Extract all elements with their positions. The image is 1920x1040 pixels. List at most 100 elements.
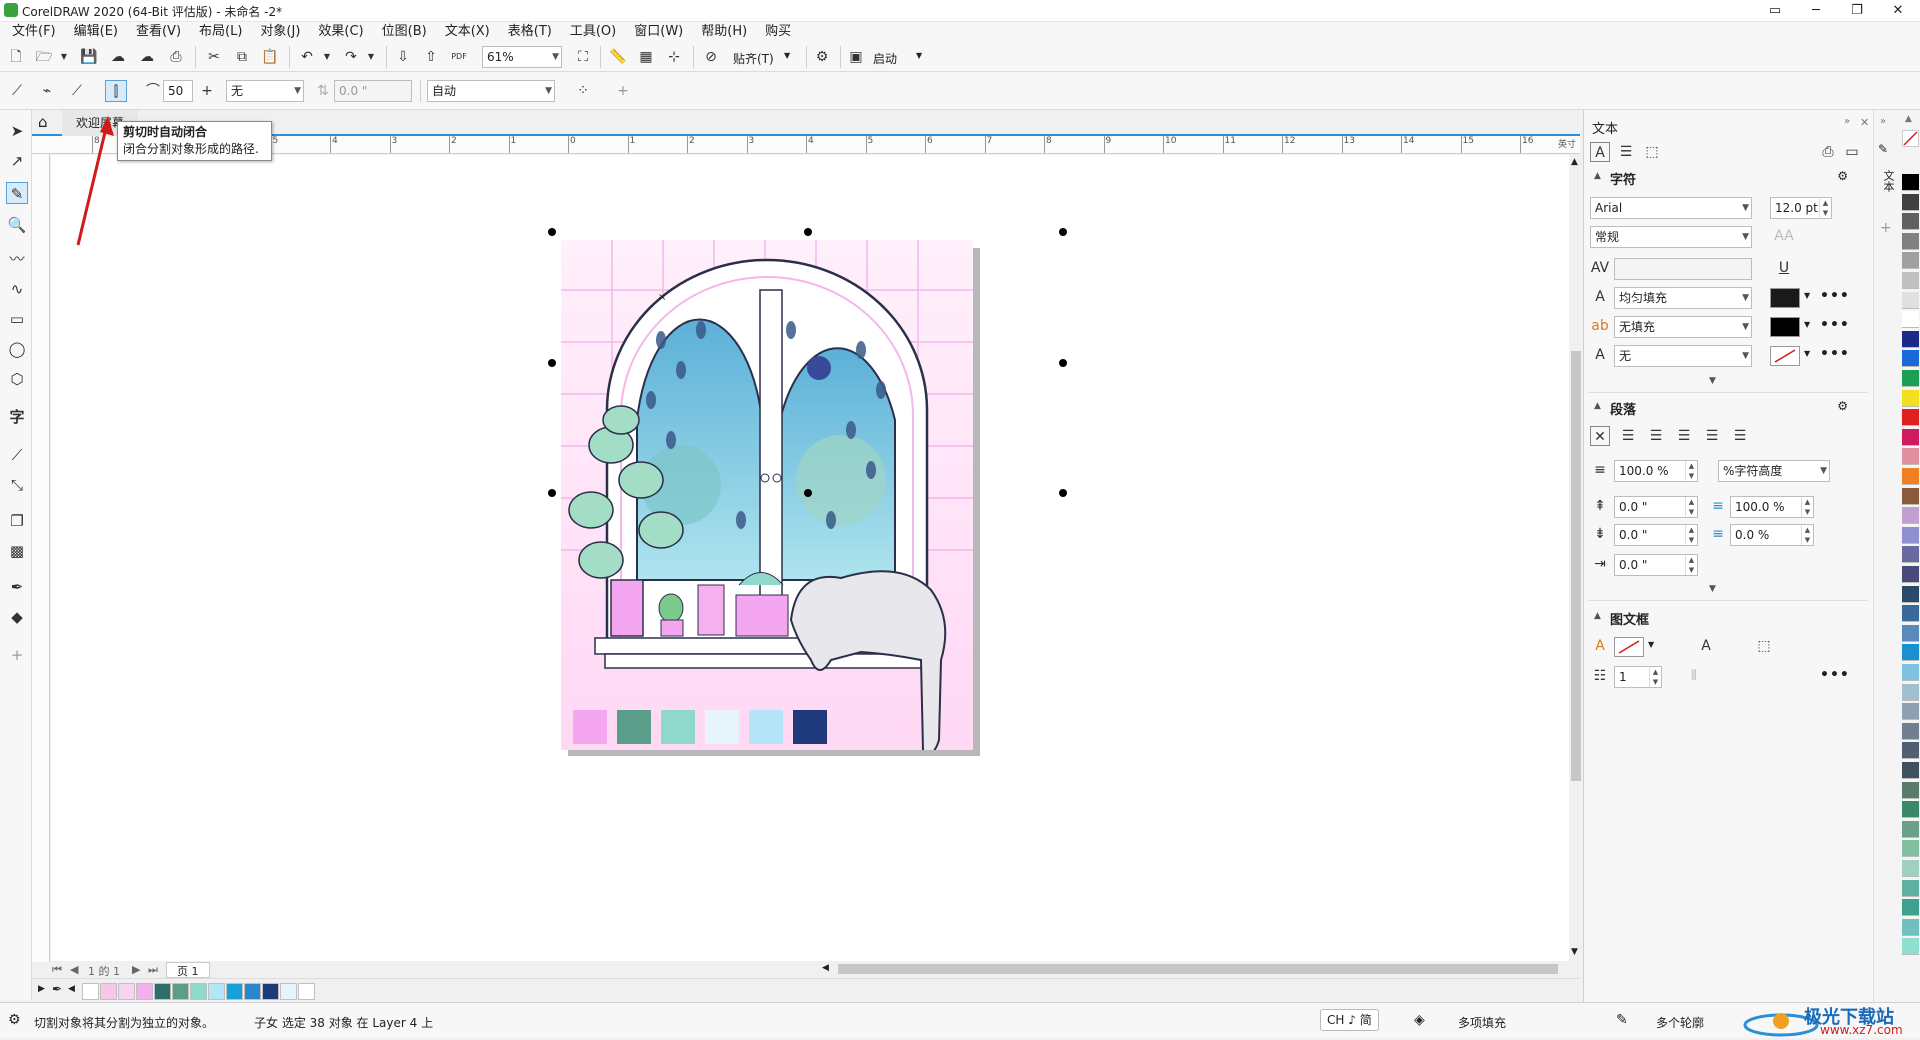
transparency-tool-icon[interactable]: ▩ [6, 540, 28, 562]
palette-color-swatch[interactable] [1902, 428, 1919, 446]
menu-tools[interactable]: 工具(O) [561, 22, 625, 42]
docker-collapse-icon[interactable]: » [1844, 116, 1850, 127]
palette-color-swatch[interactable] [1902, 566, 1919, 583]
docker-close-icon[interactable]: ✕ [1860, 116, 1869, 129]
shape-tool-icon[interactable]: ↗ [6, 150, 28, 172]
app-launcher-icon[interactable]: ▣ [845, 46, 867, 68]
new-document-icon[interactable]: 🗋 [5, 46, 27, 68]
palette-color-swatch[interactable] [1902, 644, 1919, 662]
palette-color-swatch[interactable] [1902, 526, 1919, 544]
gap-outline-combo[interactable]: 无 ▼ [226, 80, 304, 102]
two-point-cut-icon[interactable]: ⟋ [6, 80, 28, 102]
palette-color-swatch[interactable] [1902, 703, 1919, 721]
save-icon[interactable]: 💾 [78, 46, 100, 68]
close-button[interactable]: ✕ [1879, 0, 1917, 22]
spinner-arrows-icon[interactable]: ▲ ▼ [1819, 198, 1831, 218]
docker-tab-collapse-icon[interactable]: » [1880, 116, 1886, 127]
palette-color-swatch[interactable] [1902, 938, 1919, 956]
snap-off-icon[interactable]: ⊘ [700, 46, 722, 68]
spinner-arrows-icon[interactable]: ▲ ▼ [1801, 497, 1813, 517]
palette-color-swatch[interactable] [1902, 840, 1919, 858]
palette-color-swatch[interactable] [1902, 291, 1919, 309]
palette-color-swatch[interactable] [1902, 742, 1919, 760]
palette-color-swatch[interactable] [1902, 193, 1919, 211]
redo-icon[interactable]: ↷ [340, 46, 362, 68]
menu-object[interactable]: 对象(J) [251, 22, 309, 42]
expand-character-icon[interactable]: ▼ [1709, 376, 1716, 386]
palette-scroll-left-icon[interactable]: ◀ [68, 984, 75, 994]
undo-dropdown-icon[interactable]: ▼ [316, 46, 338, 68]
launch-dropdown-icon[interactable]: ▼ [916, 51, 922, 60]
drawing-canvas[interactable]: × [51, 155, 1569, 961]
line-spacing-spinner[interactable]: 100.0 % ▲ ▼ [1614, 460, 1698, 482]
spinner-arrows-icon[interactable]: ▲ ▼ [1801, 525, 1813, 545]
palette-color-swatch[interactable] [1902, 624, 1919, 642]
launch-button[interactable]: 启动 [873, 50, 897, 67]
menu-effects[interactable]: 效果(C) [309, 22, 372, 42]
palette-color-swatch[interactable] [1902, 879, 1919, 897]
artistic-media-tool-icon[interactable]: ∿ [6, 278, 28, 300]
selection-handle[interactable] [804, 489, 812, 497]
freehand-cut-icon[interactable]: ⌁ [36, 80, 58, 102]
paragraph-section-header[interactable]: ▲ 段落 ⚙ [1584, 398, 1874, 418]
freehand-tool-icon[interactable]: 〰 [6, 248, 28, 270]
indent-spinner[interactable]: 0.0 " ▲ ▼ [1614, 554, 1698, 576]
section-options-icon[interactable]: ⚙ [1837, 399, 1848, 413]
smoothing-input[interactable]: 50 [163, 80, 193, 102]
pick-tool-icon[interactable]: ➤ [6, 120, 28, 142]
prev-page-icon[interactable]: ◀ [70, 963, 78, 976]
menu-layout[interactable]: 布局(L) [190, 22, 251, 42]
status-gear-icon[interactable]: ⚙ [8, 1012, 21, 1028]
palette-color-swatch[interactable] [1902, 213, 1919, 231]
char-spacing-spinner[interactable]: 100.0 % ▲ ▼ [1730, 496, 1814, 518]
palette-color-swatch[interactable] [1902, 174, 1919, 191]
spinner-arrows-icon[interactable]: ▲ ▼ [1685, 525, 1697, 545]
palette-color-swatch[interactable] [1902, 820, 1919, 838]
palette-color-swatch[interactable] [1902, 232, 1919, 250]
add-docker-icon[interactable]: + [1880, 220, 1892, 236]
palette-color-swatch[interactable] [1902, 664, 1919, 681]
scroll-up-icon[interactable]: ▲ [1571, 157, 1578, 167]
palette-swatch[interactable] [100, 983, 117, 1000]
next-page-icon[interactable]: ▶ [132, 963, 140, 976]
show-rulers-icon[interactable]: 📏 [607, 46, 629, 68]
palette-color-swatch[interactable] [1902, 311, 1919, 329]
paragraph-tab-icon[interactable]: ☰ [1616, 142, 1636, 162]
columns-spinner[interactable]: 1 ▲ ▼ [1614, 666, 1662, 688]
selection-handle[interactable] [804, 228, 812, 236]
horizontal-scrollbar[interactable]: ◀ [820, 962, 1580, 976]
palette-color-swatch[interactable] [1902, 722, 1919, 740]
home-icon[interactable]: ⌂ [38, 113, 48, 131]
palette-color-swatch[interactable] [1902, 389, 1919, 407]
publish-pdf-icon[interactable]: PDF [448, 46, 470, 68]
rotation-center-icon[interactable]: × [658, 292, 666, 303]
cloud-download-icon[interactable]: ☁ [107, 46, 129, 68]
background-fill-combo[interactable]: 无填充 ▼ [1614, 316, 1752, 338]
palette-color-swatch[interactable] [1902, 370, 1919, 387]
palette-color-swatch[interactable] [1902, 507, 1919, 525]
open-dropdown-icon[interactable]: ▼ [53, 46, 75, 68]
menu-help[interactable]: 帮助(H) [692, 22, 756, 42]
bezier-cut-icon[interactable]: ⟋ [66, 80, 88, 102]
print-icon[interactable]: ⎙ [165, 46, 187, 68]
align-right-icon[interactable]: ☰ [1674, 426, 1694, 446]
snap-dropdown-icon[interactable]: ▼ [784, 51, 790, 60]
character-section-header[interactable]: ▲ 字符 ⚙ [1584, 168, 1874, 188]
palette-swatch[interactable] [226, 983, 243, 1000]
vertical-scrollbar[interactable]: ▲ ▼ [1569, 155, 1583, 961]
space-before-spinner[interactable]: 0.0 " ▲ ▼ [1614, 496, 1698, 518]
more-options-icon[interactable]: ••• [1820, 346, 1850, 362]
palette-color-swatch[interactable] [1902, 448, 1919, 466]
edit-text-icon[interactable]: ⎙ [1818, 142, 1838, 162]
show-grid-icon[interactable]: ▦ [635, 46, 657, 68]
help-window-icon[interactable]: ▭ [1756, 0, 1794, 22]
export-icon[interactable]: ⇧ [420, 46, 442, 68]
menu-window[interactable]: 窗口(W) [625, 22, 692, 42]
word-spacing-spinner[interactable]: 0.0 % ▲ ▼ [1730, 524, 1814, 546]
palette-swatch[interactable] [298, 983, 315, 1000]
redo-dropdown-icon[interactable]: ▼ [360, 46, 382, 68]
force-justify-icon[interactable]: ☰ [1730, 426, 1750, 446]
vertical-alignment-icon[interactable]: A [1696, 636, 1716, 656]
palette-color-swatch[interactable] [1902, 860, 1919, 877]
palette-color-swatch[interactable] [1902, 409, 1919, 427]
